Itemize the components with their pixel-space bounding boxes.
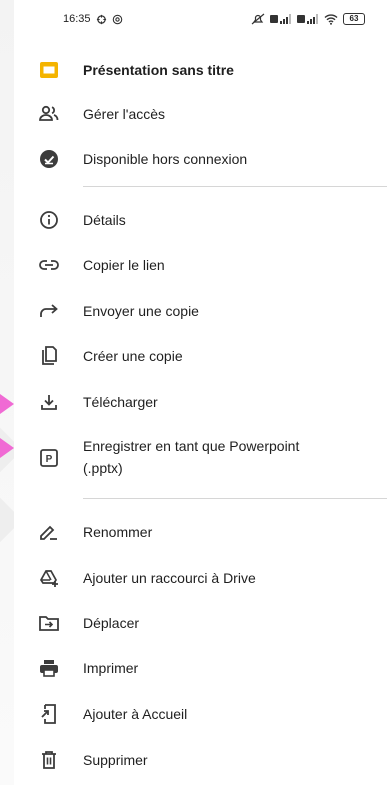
menu-item-print[interactable]: Imprimer bbox=[14, 656, 387, 680]
muted-icon bbox=[251, 13, 265, 25]
menu-item-label: Imprimer bbox=[83, 660, 139, 676]
file-title-row: Présentation sans titre bbox=[14, 58, 387, 82]
menu-item-download[interactable]: Télécharger bbox=[14, 390, 387, 414]
slides-file-icon bbox=[39, 60, 59, 80]
signal-icon bbox=[297, 13, 319, 25]
menu-item-save-as-pptx[interactable]: P Enregistrer en tant que Powerpoint (.p… bbox=[14, 436, 387, 480]
background-left-edge bbox=[0, 0, 14, 785]
menu-item-move[interactable]: Déplacer bbox=[14, 611, 387, 635]
menu-item-manage-access[interactable]: Gérer l'accès bbox=[14, 102, 387, 126]
divider bbox=[83, 186, 387, 187]
menu-item-label: Supprimer bbox=[83, 752, 148, 768]
trash-icon bbox=[39, 750, 59, 770]
manage-people-icon bbox=[39, 104, 59, 124]
highlight-arrow-powerpoint bbox=[0, 438, 14, 458]
offline-check-icon bbox=[39, 149, 59, 169]
divider bbox=[83, 498, 387, 499]
status-bar: 16:35 63 bbox=[14, 0, 387, 38]
menu-item-label: Disponible hors connexion bbox=[83, 151, 248, 167]
rename-pencil-icon bbox=[39, 522, 59, 542]
menu-item-add-shortcut[interactable]: Ajouter un raccourci à Drive bbox=[14, 566, 387, 590]
download-icon bbox=[39, 392, 59, 412]
menu-item-label: Détails bbox=[83, 212, 126, 228]
menu-item-add-home[interactable]: Ajouter à Accueil bbox=[14, 702, 387, 726]
add-home-icon bbox=[39, 704, 59, 724]
wifi-icon bbox=[324, 13, 338, 25]
signal-icon bbox=[270, 13, 292, 25]
file-actions-sheet: 16:35 63 Présentation sans titre Gérer l… bbox=[14, 0, 387, 785]
battery-icon: 63 bbox=[343, 13, 365, 25]
at-icon bbox=[112, 14, 123, 25]
info-icon bbox=[39, 210, 59, 230]
menu-item-label: Copier le lien bbox=[83, 257, 165, 273]
file-title: Présentation sans titre bbox=[83, 62, 234, 78]
menu-item-label: Renommer bbox=[83, 524, 153, 540]
link-icon bbox=[39, 255, 59, 275]
menu-item-copy-link[interactable]: Copier le lien bbox=[14, 253, 387, 277]
powerpoint-icon: P bbox=[39, 448, 59, 468]
menu-item-label: Ajouter un raccourci à Drive bbox=[83, 570, 256, 586]
menu-item-label: Créer une copie bbox=[83, 348, 183, 364]
share-arrow-icon bbox=[39, 301, 59, 321]
menu-item-offline[interactable]: Disponible hors connexion bbox=[14, 147, 387, 171]
menu-item-label: Enregistrer en tant que Powerpoint bbox=[83, 438, 300, 454]
menu-item-label: Envoyer une copie bbox=[83, 303, 199, 319]
menu-item-details[interactable]: Détails bbox=[14, 208, 387, 232]
menu-item-make-copy[interactable]: Créer une copie bbox=[14, 344, 387, 368]
drive-shortcut-icon bbox=[39, 568, 59, 588]
svg-text:P: P bbox=[46, 454, 53, 465]
menu-item-label: Déplacer bbox=[83, 615, 140, 631]
menu-item-label: Gérer l'accès bbox=[83, 106, 166, 122]
menu-item-label-line2: (.pptx) bbox=[83, 460, 123, 476]
menu-item-rename[interactable]: Renommer bbox=[14, 520, 387, 544]
move-folder-icon bbox=[39, 613, 59, 633]
menu-item-label: Télécharger bbox=[83, 394, 158, 410]
sync-icon bbox=[96, 14, 107, 25]
menu-item-send-copy[interactable]: Envoyer une copie bbox=[14, 299, 387, 323]
print-icon bbox=[39, 658, 59, 678]
status-time: 16:35 bbox=[63, 13, 91, 25]
menu-item-label: Ajouter à Accueil bbox=[83, 706, 188, 722]
highlight-arrow-download bbox=[0, 394, 14, 414]
menu-item-delete[interactable]: Supprimer bbox=[14, 748, 387, 772]
copy-icon bbox=[39, 346, 59, 366]
